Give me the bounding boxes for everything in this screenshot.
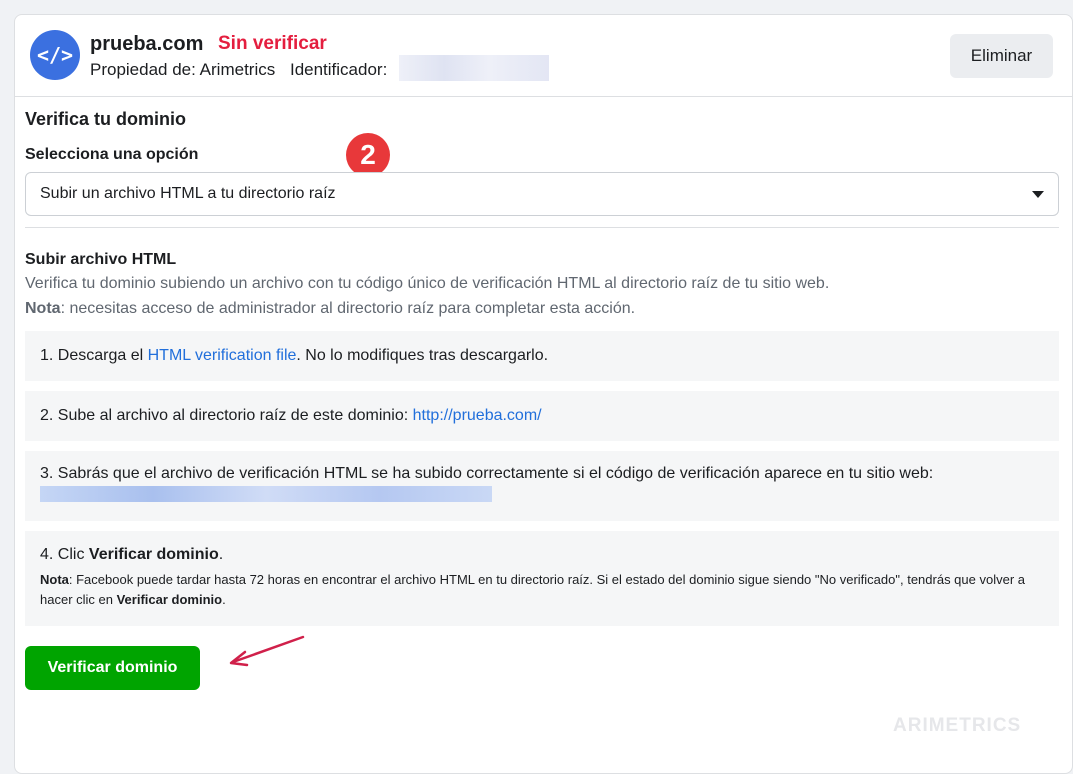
identifier-value-redacted <box>399 55 549 81</box>
step1-prefix: 1. Descarga el <box>40 347 148 364</box>
verification-url-redacted[interactable] <box>40 486 492 502</box>
upload-description: Verifica tu dominio subiendo un archivo … <box>25 275 830 292</box>
identifier-label: Identificador: <box>289 60 388 79</box>
step4-note-bold: Verificar dominio <box>116 592 223 607</box>
domain-header: </> prueba.com Sin verificar Propiedad d… <box>15 15 1072 97</box>
verify-domain-button[interactable]: Verificar dominio <box>25 646 200 690</box>
step4-prefix: 4. Clic <box>40 546 89 563</box>
step-3: 3. Sabrás que el archivo de verificación… <box>25 451 1059 521</box>
code-icon: </> <box>30 30 80 80</box>
domain-name: prueba.com <box>90 33 204 55</box>
step1-suffix: . No lo modifiques tras descargarlo. <box>296 347 549 364</box>
step-4: 4. Clic Verificar dominio. Nota: Faceboo… <box>25 531 1059 626</box>
status-badge: Sin verificar <box>218 33 327 54</box>
note-text: : necesitas acceso de administrador al d… <box>60 300 636 317</box>
step4-note: Nota: Facebook puede tardar hasta 72 hor… <box>40 570 1044 610</box>
step4-bold: Verificar dominio <box>88 546 219 563</box>
step4-note-label: Nota <box>40 572 69 587</box>
verification-method-select[interactable]: Subir un archivo HTML a tu directorio ra… <box>25 172 1059 216</box>
owner-line: Propiedad de: Arimetrics Identificador: <box>90 60 387 80</box>
code-icon-glyph: </> <box>36 43 74 67</box>
domain-root-link[interactable]: http://prueba.com/ <box>413 407 542 425</box>
domain-card: </> prueba.com Sin verificar Propiedad d… <box>14 14 1073 774</box>
delete-button[interactable]: Eliminar <box>950 34 1053 78</box>
step-2: 2. Sube al archivo al directorio raíz de… <box>25 391 1059 441</box>
owner-prefix: Propiedad de: <box>90 60 196 79</box>
arrow-pointer-icon <box>229 635 305 667</box>
caret-down-icon <box>1032 190 1044 198</box>
divider <box>25 227 1059 228</box>
owner-name: Arimetrics <box>199 60 276 79</box>
html-verification-file-link[interactable]: HTML verification file <box>148 347 297 365</box>
step4-suffix: . <box>218 546 224 563</box>
verify-title: Verifica tu dominio <box>25 109 187 129</box>
step3-text: 3. Sabrás que el archivo de verificación… <box>40 465 934 482</box>
upload-note: Nota: necesitas acceso de administrador … <box>25 300 635 318</box>
upload-title: Subir archivo HTML <box>25 251 177 268</box>
step-1: 1. Descarga el HTML verification file. N… <box>25 331 1059 381</box>
watermark-logo: ARIMETRICS <box>893 715 1022 736</box>
selected-option: Subir un archivo HTML a tu directorio ra… <box>40 185 336 202</box>
note-label: Nota <box>25 300 61 317</box>
step4-line: 4. Clic Verificar dominio. <box>40 546 1044 564</box>
step2-prefix: 2. Sube al archivo al directorio raíz de… <box>40 407 413 424</box>
step-number-badge: 2 <box>346 133 390 177</box>
select-option-label: Selecciona una opción <box>25 146 199 163</box>
step4-note-end: . <box>222 592 226 607</box>
